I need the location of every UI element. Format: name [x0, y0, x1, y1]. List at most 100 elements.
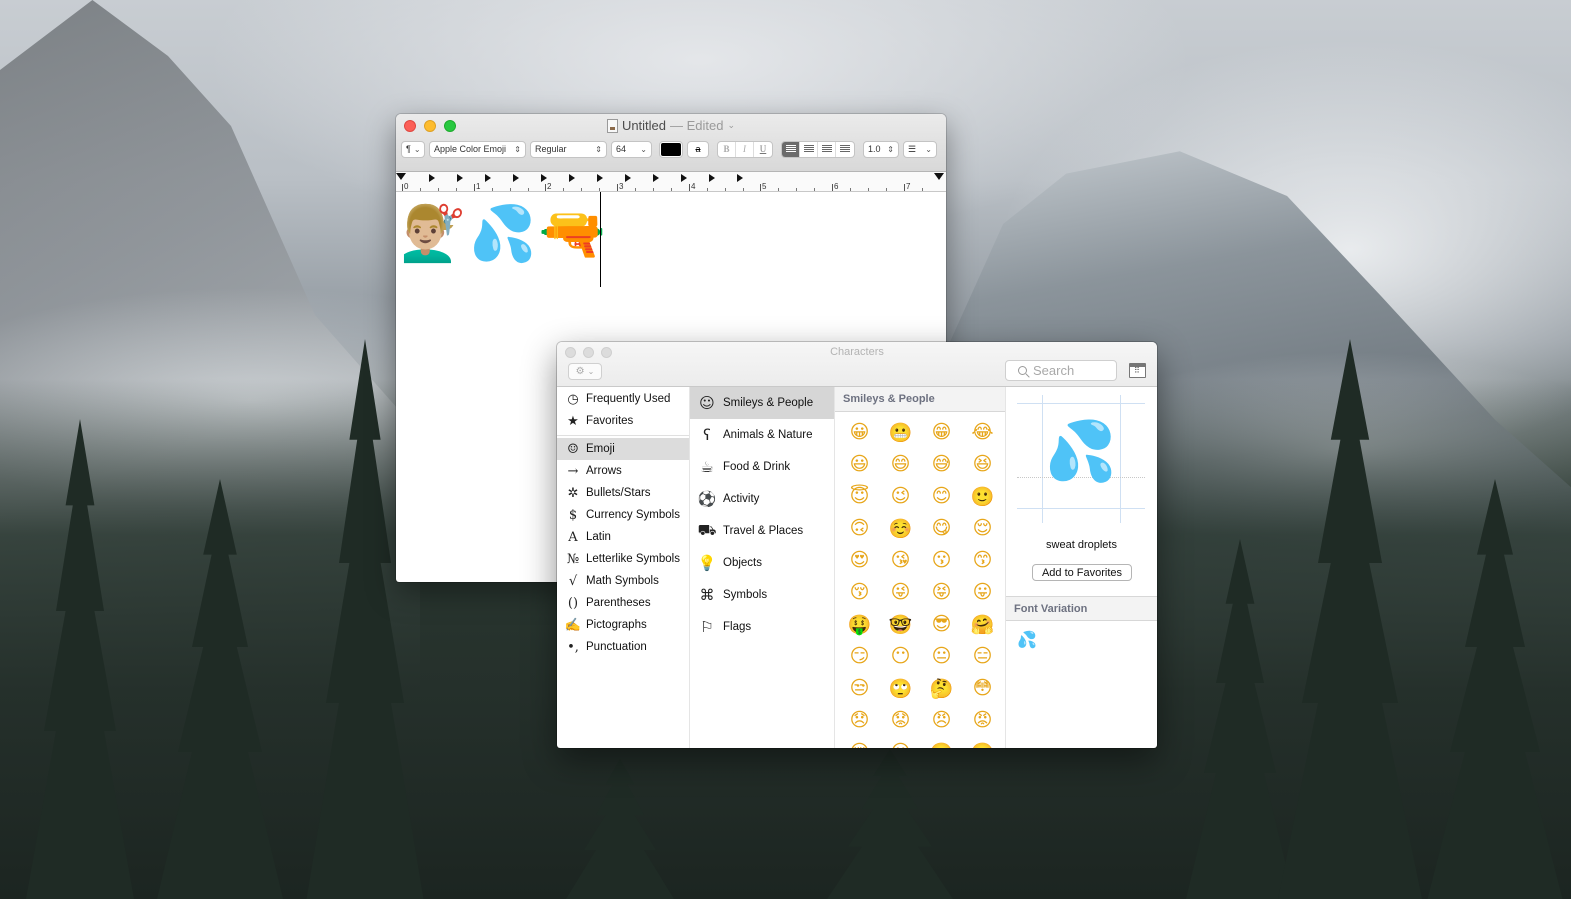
emoji-cell[interactable]: 😜 — [880, 576, 921, 608]
emoji-cell[interactable]: 😗 — [921, 544, 962, 576]
emoji-cell[interactable]: ☺️ — [880, 512, 921, 544]
align-right-button[interactable] — [818, 141, 836, 157]
line-spacing-popup[interactable]: 1.0 ⇕ — [863, 140, 899, 158]
emoji-cell[interactable]: 😀 — [839, 416, 880, 448]
emoji-cell[interactable]: 😝 — [921, 576, 962, 608]
tab-stop[interactable] — [457, 174, 463, 182]
emoji-cell[interactable]: 😕 — [880, 736, 921, 748]
paragraph-style-popup[interactable]: ¶ ⌄ — [401, 140, 425, 158]
tab-stop[interactable] — [541, 174, 547, 182]
tab-stop[interactable] — [569, 174, 575, 182]
sidebar-item-pictographs[interactable]: ✍ Pictographs — [557, 614, 689, 636]
emoji-cell[interactable]: 😡 — [962, 704, 1003, 736]
tab-stop[interactable] — [709, 174, 715, 182]
emoji-cell[interactable]: 😇 — [839, 480, 880, 512]
emoji-cell[interactable]: 😐 — [921, 640, 962, 672]
emoji-cell[interactable]: 😚 — [839, 576, 880, 608]
emoji-cell[interactable]: 😠 — [921, 704, 962, 736]
category-smileys-people[interactable]: ☺ Smileys & People — [690, 387, 834, 419]
emoji-cell[interactable]: 😶 — [880, 640, 921, 672]
action-menu-button[interactable]: ⚙ ⌄ — [568, 363, 602, 380]
sidebar-item-latin[interactable]: A Latin — [557, 526, 689, 548]
window-title[interactable]: Untitled — Edited ⌄ — [396, 118, 946, 133]
tab-stop[interactable] — [485, 174, 491, 182]
emoji-cell[interactable]: 😟 — [880, 704, 921, 736]
emoji-cell[interactable]: 😔 — [839, 736, 880, 748]
emoji-cell[interactable]: 😘 — [880, 544, 921, 576]
document-content[interactable]: 💇🏼‍♂️💦🔫 — [400, 202, 942, 266]
add-to-favorites-button[interactable]: Add to Favorites — [1032, 564, 1132, 581]
emoji-cell[interactable]: 😛 — [962, 576, 1003, 608]
sidebar-item-letterlike-symbols[interactable]: № Letterlike Symbols — [557, 548, 689, 570]
ruler[interactable]: 0 1 2 3 4 5 6 7 — [396, 172, 946, 192]
background-color-well[interactable]: a — [687, 140, 709, 158]
emoji-cell[interactable]: ☹️ — [962, 736, 1003, 749]
sidebar-item-favorites[interactable]: ★ Favorites — [557, 410, 689, 432]
emoji-cell[interactable]: 😳 — [962, 672, 1003, 704]
emoji-cell[interactable]: 😞 — [839, 704, 880, 736]
bold-button[interactable]: B — [718, 141, 736, 157]
emoji-cell[interactable]: 😑 — [962, 640, 1003, 672]
align-justify-button[interactable] — [836, 142, 854, 157]
sidebar-item-bullets-stars[interactable]: ✲ Bullets/Stars — [557, 482, 689, 504]
emoji-cell[interactable]: 😄 — [880, 448, 921, 480]
emoji-cell[interactable]: 🙃 — [839, 512, 880, 544]
character-viewer-toggle-button[interactable] — [1129, 363, 1146, 378]
align-center-button[interactable] — [800, 141, 818, 157]
left-margin-marker[interactable] — [396, 173, 406, 180]
tab-stop[interactable] — [681, 174, 687, 182]
font-variation-item[interactable]: 💦 — [1017, 630, 1037, 649]
font-family-popup[interactable]: Apple Color Emoji ⇕ — [429, 140, 526, 158]
category-activity[interactable]: ⚽ Activity — [690, 483, 834, 515]
sidebar-item-emoji[interactable]: ☺ Emoji — [557, 438, 689, 460]
emoji-cell[interactable]: 😌 — [962, 512, 1003, 544]
tab-stop[interactable] — [737, 174, 743, 182]
italic-button[interactable]: I — [736, 141, 754, 157]
emoji-cell[interactable]: 😙 — [962, 544, 1003, 576]
sidebar-item-currency-symbols[interactable]: $ Currency Symbols — [557, 504, 689, 526]
tab-stop[interactable] — [429, 174, 435, 182]
emoji-cell[interactable]: 😃 — [839, 448, 880, 480]
sidebar-item-parentheses[interactable]: () Parentheses — [557, 592, 689, 614]
emoji-cell[interactable]: 😆 — [962, 448, 1003, 480]
emoji-cell[interactable]: 😂 — [962, 416, 1003, 448]
emoji-cell[interactable]: 😍 — [839, 544, 880, 576]
emoji-cell[interactable]: 🙂 — [962, 480, 1003, 512]
tab-stop[interactable] — [597, 174, 603, 182]
emoji-cell[interactable]: 🤑 — [839, 608, 880, 640]
tab-stop[interactable] — [513, 174, 519, 182]
emoji-cell[interactable]: 😁 — [921, 416, 962, 448]
emoji-cell[interactable]: 😋 — [921, 512, 962, 544]
align-left-button[interactable] — [782, 141, 800, 157]
category-symbols[interactable]: ⌘ Symbols — [690, 579, 834, 611]
category-food-drink[interactable]: ☕ Food & Drink — [690, 451, 834, 483]
tab-stop[interactable] — [653, 174, 659, 182]
characters-titlebar[interactable]: Characters ⚙ ⌄ — [557, 342, 1157, 387]
font-style-popup[interactable]: Regular ⇕ — [530, 140, 607, 158]
sidebar-item-frequently-used[interactable]: ◷ Frequently Used — [557, 388, 689, 410]
emoji-cell[interactable]: 😬 — [880, 416, 921, 448]
tab-stop[interactable] — [625, 174, 631, 182]
sidebar-item-math-symbols[interactable]: √ Math Symbols — [557, 570, 689, 592]
emoji-cell[interactable]: 😅 — [921, 448, 962, 480]
emoji-cell[interactable]: 😏 — [839, 640, 880, 672]
sidebar-item-arrows[interactable]: → Arrows — [557, 460, 689, 482]
right-margin-marker[interactable] — [934, 173, 944, 180]
emoji-cell[interactable]: 🤓 — [880, 608, 921, 640]
emoji-cell[interactable]: 🤗 — [962, 608, 1003, 640]
emoji-cell[interactable]: 🤔 — [921, 672, 962, 704]
category-objects[interactable]: 💡 Objects — [690, 547, 834, 579]
textedit-titlebar[interactable]: Untitled — Edited ⌄ ¶ ⌄ Apple Color Emoji… — [396, 114, 946, 172]
emoji-cell[interactable]: 😎 — [921, 608, 962, 640]
category-animals-nature[interactable]: ʕ Animals & Nature — [690, 419, 834, 451]
emoji-cell[interactable]: 😊 — [921, 480, 962, 512]
emoji-cell[interactable]: 🙁 — [921, 736, 962, 749]
search-field[interactable] — [1005, 360, 1117, 381]
text-color-well[interactable] — [659, 140, 683, 158]
emoji-cell[interactable]: 😉 — [880, 480, 921, 512]
category-flags[interactable]: ⚐ Flags — [690, 611, 834, 643]
category-travel-places[interactable]: ⛟ Travel & Places — [690, 515, 834, 547]
underline-button[interactable]: U — [754, 142, 772, 157]
font-size-combo[interactable]: 64 ⌄ — [611, 140, 652, 158]
search-input[interactable] — [1033, 363, 1103, 378]
